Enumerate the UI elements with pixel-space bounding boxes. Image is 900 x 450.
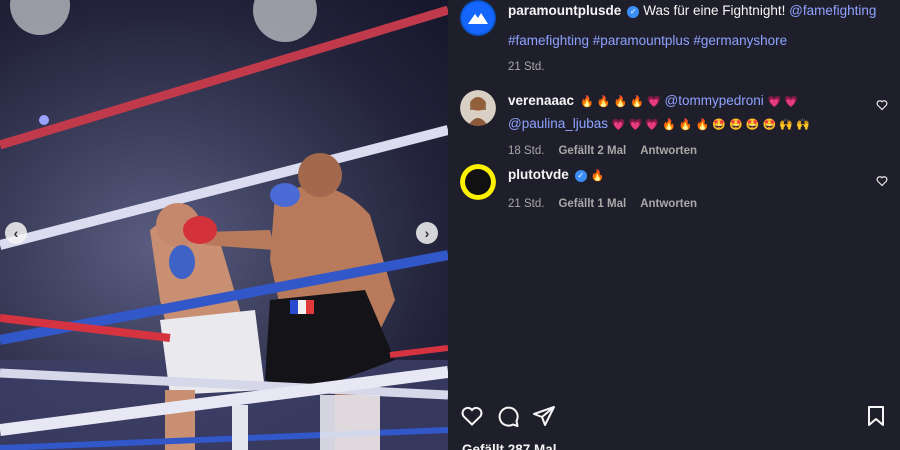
- comment-likes[interactable]: Gefällt 1 Mal: [558, 198, 626, 210]
- caption-text: Was für eine Fightnight!: [643, 3, 786, 18]
- comment-mention[interactable]: @paulina_ljubas: [508, 116, 608, 131]
- chevron-left-icon[interactable]: ‹: [5, 222, 27, 244]
- comment-username[interactable]: plutotvde: [508, 167, 569, 182]
- caption-row: paramountplusde ✓ Was für eine Fightnight!…: [460, 0, 888, 78]
- heart-icon[interactable]: [460, 404, 484, 428]
- comments-panel: paramountplusde ✓ Was für eine Fightnight!…: [448, 0, 900, 450]
- comment-likes[interactable]: Gefällt 2 Mal: [558, 145, 626, 157]
- comment-time: 21 Std.: [508, 198, 545, 210]
- comment-item: verenaaac 🔥 🔥 🔥 🔥 💗 @tommypedroni 💗 💗 @pa…: [460, 90, 888, 162]
- avatar-plutotvde[interactable]: [460, 164, 496, 200]
- verified-badge-icon: ✓: [627, 6, 640, 18]
- caption-username[interactable]: paramountplusde: [508, 3, 621, 18]
- bookmark-icon[interactable]: [864, 404, 888, 428]
- caption-hashtags[interactable]: #famefighting #paramountplus #germanysho…: [508, 30, 876, 52]
- comment-text: 🔥: [590, 170, 605, 182]
- comment-username[interactable]: verenaaac: [508, 93, 574, 108]
- comment-emojis: 💗 💗: [767, 96, 799, 108]
- avatar-verenaaac[interactable]: [460, 90, 496, 126]
- caption-time: 21 Std.: [508, 61, 545, 73]
- chevron-right-icon[interactable]: ›: [416, 222, 438, 244]
- reply-button[interactable]: Antworten: [640, 198, 697, 210]
- boxing-photo: [0, 0, 448, 450]
- send-icon[interactable]: [532, 404, 556, 428]
- heart-icon[interactable]: [876, 99, 888, 111]
- caption-mention[interactable]: @famefighting: [789, 3, 876, 18]
- comment-mention[interactable]: @tommypedroni: [665, 93, 764, 108]
- comment-emojis: 💗 💗 💗 🔥 🔥 🔥 🤩 🤩 🤩 🤩 🙌 🙌: [611, 119, 810, 131]
- comment-icon[interactable]: [496, 404, 520, 428]
- verified-badge-icon: ✓: [574, 170, 587, 182]
- comment-item: plutotvde ✓ 🔥 21 Std. Gefällt 1 Mal Antworte…: [460, 164, 888, 215]
- post-media[interactable]: ‹ ›: [0, 0, 448, 450]
- post-actions: [460, 404, 888, 428]
- comment-emojis: 🔥 🔥 🔥 🔥 💗: [580, 96, 661, 108]
- heart-icon[interactable]: [876, 175, 888, 187]
- comment-time: 18 Std.: [508, 145, 545, 157]
- avatar-paramountplusde[interactable]: [460, 0, 496, 36]
- likes-count[interactable]: Gefällt 287 Mal: [462, 442, 557, 450]
- reply-button[interactable]: Antworten: [640, 145, 697, 157]
